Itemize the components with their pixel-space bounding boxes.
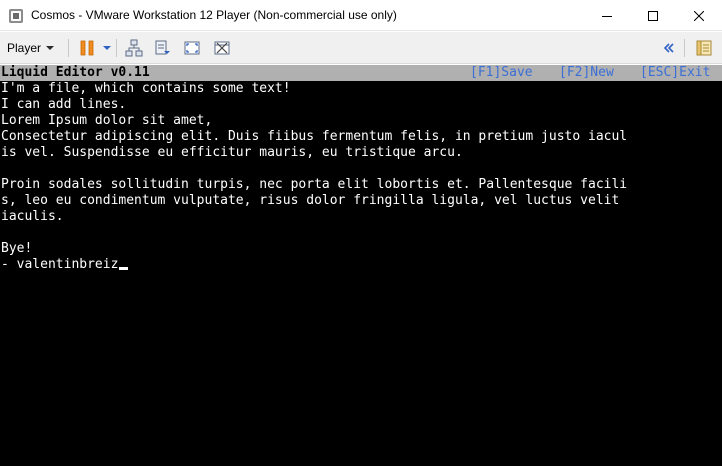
player-menu-button[interactable]: Player (7, 38, 55, 58)
library-button[interactable] (693, 38, 715, 58)
unity-icon (213, 39, 231, 57)
maximize-icon (648, 10, 658, 21)
power-options-dropdown[interactable] (101, 38, 113, 58)
player-menu-label: Player (7, 41, 42, 55)
send-ctrl-alt-del-icon (154, 39, 172, 57)
pause-button[interactable] (78, 38, 96, 58)
text-line: Consectetur adipiscing elit. Duis fiibus… (1, 129, 628, 144)
editor-text-area[interactable]: I'm a file, which contains some text! I … (1, 81, 722, 273)
window-title-bar: Cosmos - VMware Workstation 12 Player (N… (0, 0, 722, 31)
text-line: Proin sodales sollitudin turpis, nec por… (1, 177, 628, 192)
collapse-chevrons-icon (663, 42, 675, 54)
fullscreen-button[interactable] (182, 38, 202, 58)
exit-shortcut: [ESC]Exit (640, 65, 711, 80)
unity-button[interactable] (211, 38, 233, 58)
maximize-button[interactable] (630, 0, 676, 31)
text-line (1, 161, 722, 177)
text-line: iaculis. (1, 209, 64, 224)
vm-console-screen[interactable]: Liquid Editor v0.11 [F1]Save [F2]New [ES… (0, 65, 722, 466)
toolbar-divider (116, 39, 117, 57)
text-line-content: - valentinbreiz (1, 257, 119, 272)
text-line: - valentinbreiz (1, 257, 722, 273)
text-line: I can add lines. (1, 97, 127, 112)
text-cursor (119, 267, 129, 270)
library-icon (695, 39, 713, 57)
minimize-icon (602, 11, 612, 21)
minimize-button[interactable] (584, 0, 630, 31)
toolbar-divider (68, 39, 69, 57)
network-adapter-icon (125, 39, 143, 57)
window-title: Cosmos - VMware Workstation 12 Player (N… (31, 8, 397, 22)
new-shortcut: [F2]New (559, 65, 614, 80)
close-icon (694, 10, 704, 21)
text-line: s, leo eu condimentum vulputate, risus d… (1, 193, 620, 208)
text-line: Lorem Ipsum dolor sit amet, (1, 113, 213, 128)
text-line (1, 225, 722, 241)
editor-title: Liquid Editor v0.11 (1, 65, 150, 80)
close-button[interactable] (676, 0, 722, 31)
save-shortcut: [F1]Save (470, 65, 533, 80)
collapse-library-button[interactable] (661, 38, 677, 58)
text-line: I'm a file, which contains some text! (1, 81, 291, 96)
toolbar-divider (684, 39, 685, 57)
chevron-down-icon (46, 46, 55, 50)
chevron-down-icon (103, 46, 111, 50)
send-ctrl-alt-del-button[interactable] (153, 38, 173, 58)
player-toolbar: Player (0, 32, 722, 64)
fullscreen-icon (183, 39, 201, 57)
network-adapter-button[interactable] (124, 38, 144, 58)
text-line: is vel. Suspendisse eu efficitur mauris,… (1, 145, 463, 160)
editor-header-bar: Liquid Editor v0.11 [F1]Save [F2]New [ES… (0, 65, 722, 81)
text-line: Bye! (1, 241, 33, 256)
pause-icon (80, 40, 94, 56)
vmware-app-icon (8, 8, 24, 24)
